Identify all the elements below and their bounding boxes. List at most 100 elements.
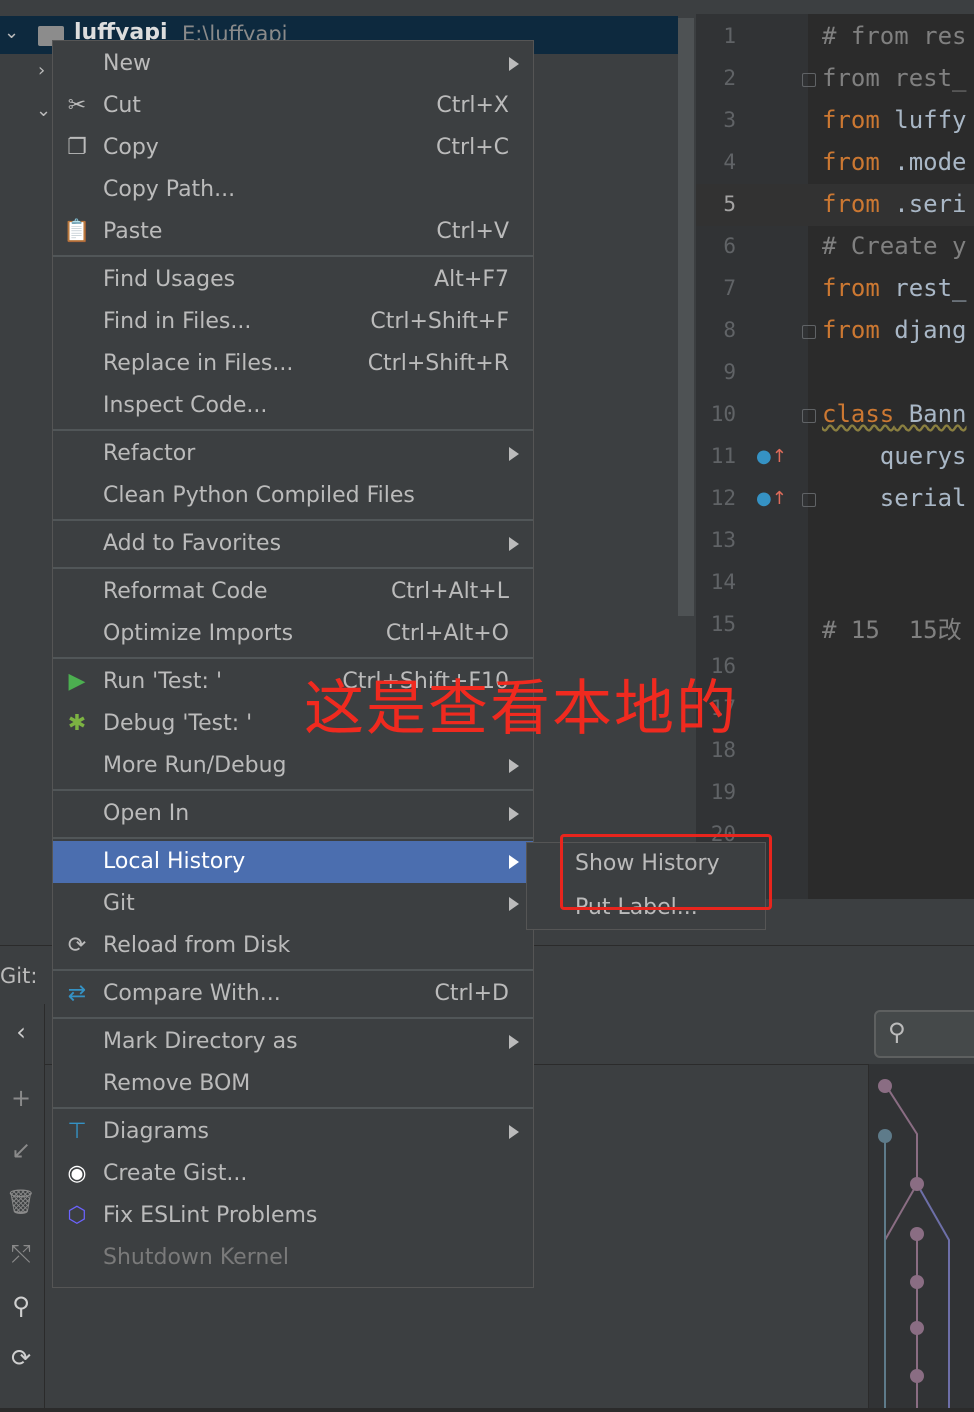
- menu-item-remove-bom[interactable]: Remove BOM: [53, 1063, 533, 1105]
- code-text: from rest_: [822, 64, 967, 92]
- editor-line[interactable]: 15 # 15 15改: [696, 604, 974, 646]
- override-method-icon[interactable]: ●↑: [756, 488, 787, 509]
- code-text: from .mode: [822, 148, 967, 176]
- menu-separator: [53, 657, 533, 659]
- menu-item-label: Copy: [103, 135, 159, 160]
- code-editor[interactable]: 1 # from res 2 from rest_ 3 from luffy 4 from .…: [696, 14, 974, 899]
- line-number: 14: [710, 570, 736, 594]
- menu-separator: [53, 789, 533, 791]
- github-icon: ◉: [67, 1161, 87, 1186]
- chevron-right-icon[interactable]: ›: [38, 60, 45, 81]
- annotation-text: 这是查看本地的: [304, 674, 738, 744]
- menu-item-label: Shutdown Kernel: [103, 1245, 289, 1270]
- menu-item-shortcut: Ctrl+Shift+F: [370, 309, 509, 334]
- menu-item-refactor[interactable]: Refactor: [53, 433, 533, 475]
- fold-marker-icon[interactable]: [802, 325, 816, 339]
- chevron-left-icon[interactable]: ‹: [4, 1018, 38, 1046]
- menu-item-label: Add to Favorites: [103, 531, 282, 556]
- search-icon[interactable]: ⚲: [4, 1292, 38, 1320]
- editor-line[interactable]: 12 ●↑ serial: [696, 478, 974, 520]
- editor-line[interactable]: 3 from luffy: [696, 100, 974, 142]
- editor-line[interactable]: 4 from .mode: [696, 142, 974, 184]
- submenu-arrow-icon: [509, 57, 519, 71]
- project-scrollbar[interactable]: [678, 18, 694, 616]
- clipboard-icon: 📋: [63, 219, 91, 244]
- menu-item-label: Fix ESLint Problems: [103, 1203, 318, 1228]
- editor-line[interactable]: 6 # Create y: [696, 226, 974, 268]
- line-number: 9: [723, 360, 736, 384]
- menu-separator: [53, 1017, 533, 1019]
- menu-item-label: Local History: [103, 849, 246, 874]
- menu-item-find-in-files[interactable]: Find in Files... Ctrl+Shift+F: [53, 301, 533, 343]
- eslint-icon: ⬡: [67, 1203, 87, 1228]
- code-token: from: [822, 190, 880, 218]
- menu-item-reload-from-disk[interactable]: ⟳ Reload from Disk: [53, 925, 533, 967]
- menu-item-shortcut: Ctrl+X: [436, 93, 509, 118]
- menu-item-local-history[interactable]: Local History: [53, 841, 533, 883]
- plus-icon[interactable]: +: [4, 1084, 38, 1112]
- editor-line[interactable]: 19: [696, 772, 974, 814]
- line-number: 8: [723, 318, 736, 342]
- editor-line[interactable]: 2 from rest_: [696, 58, 974, 100]
- editor-line[interactable]: 14: [696, 562, 974, 604]
- submenu-arrow-icon: [509, 1125, 519, 1139]
- fold-marker-icon[interactable]: [802, 493, 816, 507]
- commit-graph-svg: [878, 1079, 950, 1408]
- menu-item-git[interactable]: Git: [53, 883, 533, 925]
- override-method-icon[interactable]: ●↑: [756, 446, 787, 467]
- git-log-search[interactable]: ⚲: [874, 1010, 974, 1058]
- menu-item-add-to-favorites[interactable]: Add to Favorites: [53, 523, 533, 565]
- code-text: # Create y: [822, 232, 967, 260]
- editor-line[interactable]: 11 ●↑ querys: [696, 436, 974, 478]
- code-text: # 15 15改: [822, 610, 962, 645]
- line-number: 7: [723, 276, 736, 300]
- editor-line[interactable]: 10 class Bann: [696, 394, 974, 436]
- menu-item-clean-python-compiled-files[interactable]: Clean Python Compiled Files: [53, 475, 533, 517]
- menu-item-shortcut: Ctrl+Alt+L: [390, 579, 509, 604]
- editor-line[interactable]: 9: [696, 352, 974, 394]
- code-token: from: [822, 106, 880, 134]
- menu-item-replace-in-files[interactable]: Replace in Files... Ctrl+Shift+R: [53, 343, 533, 385]
- menu-item-inspect-code[interactable]: Inspect Code...: [53, 385, 533, 427]
- menu-item-new[interactable]: New: [53, 43, 533, 85]
- merge-icon[interactable]: ⤲: [4, 1240, 38, 1268]
- trash-icon[interactable]: 🗑: [4, 1188, 38, 1216]
- menu-item-optimize-imports[interactable]: Optimize Imports Ctrl+Alt+O: [53, 613, 533, 655]
- menu-separator: [53, 1107, 533, 1109]
- editor-line[interactable]: 8 from djang: [696, 310, 974, 352]
- menu-item-open-in[interactable]: Open In: [53, 793, 533, 835]
- editor-line[interactable]: 13: [696, 520, 974, 562]
- menu-item-compare-with[interactable]: ⇄ Compare With... Ctrl+D: [53, 973, 533, 1015]
- fold-marker-icon[interactable]: [802, 73, 816, 87]
- menu-item-create-gist[interactable]: ◉ Create Gist...: [53, 1153, 533, 1195]
- menu-item-reformat-code[interactable]: Reformat Code Ctrl+Alt+L: [53, 571, 533, 613]
- editor-line[interactable]: 5 from .seri: [696, 184, 974, 226]
- code-token: .seri: [879, 190, 967, 218]
- code-text: class Bann: [822, 400, 967, 428]
- chevron-down-icon[interactable]: ⌄: [4, 22, 19, 43]
- arrow-down-left-icon[interactable]: ↙: [4, 1136, 38, 1164]
- line-number: 4: [723, 150, 736, 174]
- menu-item-label: Find Usages: [103, 267, 236, 292]
- menu-item-mark-directory-as[interactable]: Mark Directory as: [53, 1021, 533, 1063]
- menu-item-fix-eslint-problems[interactable]: ⬡ Fix ESLint Problems: [53, 1195, 533, 1237]
- menu-item-diagrams[interactable]: ⊤ Diagrams: [53, 1111, 533, 1153]
- menu-item-shortcut: Ctrl+D: [434, 981, 509, 1006]
- bug-icon: ✱: [67, 711, 87, 736]
- menu-item-copy-path[interactable]: Copy Path...: [53, 169, 533, 211]
- chevron-down-icon[interactable]: ⌄: [36, 100, 51, 121]
- code-text: from rest_: [822, 274, 967, 302]
- menu-item-label: Clean Python Compiled Files: [103, 483, 415, 508]
- menu-item-more-run-debug[interactable]: More Run/Debug: [53, 745, 533, 787]
- refresh-icon[interactable]: ⟳: [4, 1344, 38, 1372]
- line-number: 12: [710, 486, 736, 510]
- menu-item-find-usages[interactable]: Find Usages Alt+F7: [53, 259, 533, 301]
- fold-marker-icon[interactable]: [802, 409, 816, 423]
- editor-line[interactable]: 1 # from res: [696, 16, 974, 58]
- menu-item-paste[interactable]: 📋 Paste Ctrl+V: [53, 211, 533, 253]
- menu-item-cut[interactable]: ✂ Cut Ctrl+X: [53, 85, 533, 127]
- menu-item-copy[interactable]: ❐ Copy Ctrl+C: [53, 127, 533, 169]
- code-token: from: [822, 316, 880, 344]
- code-token: serial: [822, 484, 967, 512]
- editor-line[interactable]: 7 from rest_: [696, 268, 974, 310]
